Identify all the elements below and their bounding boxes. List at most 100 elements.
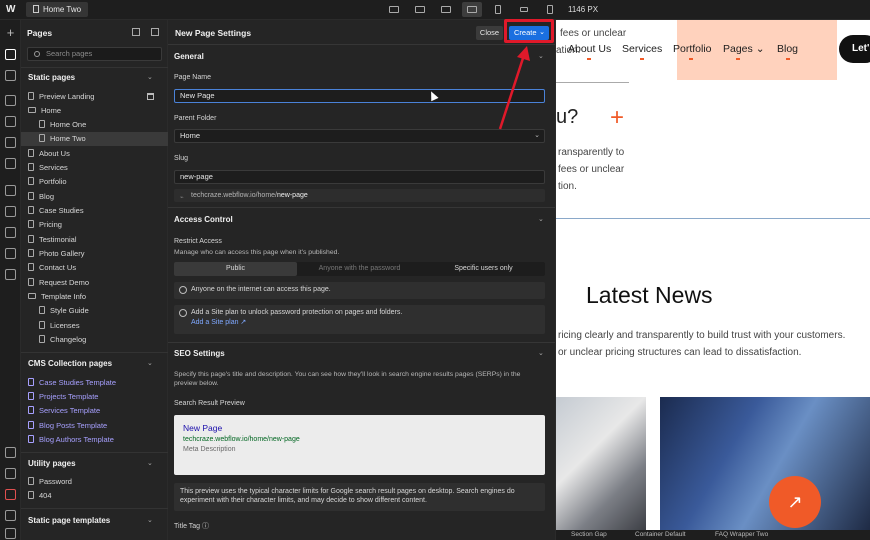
page-item-request-demo[interactable]: Request Demo — [21, 276, 168, 290]
news-image-vr[interactable] — [660, 397, 870, 530]
webflow-logo-icon[interactable]: W — [6, 4, 18, 16]
news-image-office[interactable] — [556, 397, 646, 530]
parent-folder-select[interactable]: Home ⌄ — [174, 129, 545, 143]
chevron-down-icon[interactable]: ⌄ — [538, 215, 544, 223]
cms-page-item[interactable]: Blog Authors Template — [21, 433, 168, 447]
page-item-blog[interactable]: Blog — [21, 190, 168, 204]
cms-page-item[interactable]: Case Studies Template — [21, 376, 168, 390]
page-item-pricing[interactable]: Pricing — [21, 218, 168, 232]
chevron-down-icon[interactable]: ⌄ — [538, 52, 544, 60]
page-item-label: Home Two — [50, 134, 86, 143]
slug-value: new-page — [180, 172, 213, 181]
record-icon[interactable] — [5, 489, 16, 500]
page-item-contact-us[interactable]: Contact Us — [21, 261, 168, 275]
add-site-plan-link[interactable]: Add a Site plan ↗ — [191, 318, 539, 328]
news-text-line: or unclear pricing structures can lead t… — [558, 347, 802, 358]
cms-page-item[interactable]: Blog Posts Template — [21, 419, 168, 433]
cms-pages-header[interactable]: CMS Collection pages — [28, 359, 112, 368]
cta-button[interactable]: Let' — [839, 35, 870, 63]
components-icon[interactable] — [5, 95, 16, 106]
general-section-header[interactable]: General — [174, 52, 204, 61]
chevron-down-icon[interactable]: ⌄ — [147, 73, 153, 81]
chevron-down-icon[interactable]: ⌄ — [147, 516, 153, 524]
new-page-icon[interactable] — [151, 28, 159, 36]
apps-grid-icon[interactable] — [5, 269, 16, 280]
access-option-specific-users[interactable]: Specific users only — [422, 262, 545, 276]
help-circle-icon[interactable]: ⓘ — [202, 523, 209, 530]
breakpoint-desktop-large-button[interactable] — [384, 2, 404, 17]
status-item[interactable]: FAQ Wrapper Two — [715, 530, 768, 540]
status-item[interactable]: Section Gap — [571, 530, 607, 540]
settings-gear-icon[interactable] — [5, 447, 16, 458]
nav-link-blog[interactable]: Blog — [777, 43, 798, 55]
seo-settings-header[interactable]: SEO Settings — [174, 349, 225, 358]
current-page-selector[interactable]: Home Two — [26, 2, 89, 17]
arrow-up-right-icon[interactable]: ↗ — [769, 476, 821, 528]
cms-page-item[interactable]: Services Template — [21, 404, 168, 418]
styles-icon[interactable] — [5, 116, 16, 127]
static-pages-header[interactable]: Static pages — [28, 73, 75, 82]
access-option-public[interactable]: Public — [174, 262, 297, 276]
page-item-services[interactable]: Services — [21, 161, 168, 175]
users-icon[interactable] — [5, 227, 16, 238]
search-icon[interactable] — [5, 510, 16, 521]
page-name-input[interactable]: New Page — [174, 89, 545, 103]
add-elements-icon[interactable]: + — [5, 26, 16, 39]
access-control-header[interactable]: Access Control — [174, 215, 233, 224]
page-item-photo-gallery[interactable]: Photo Gallery — [21, 247, 168, 261]
breakpoint-tablet-button[interactable] — [488, 2, 508, 17]
navigator-icon[interactable] — [5, 70, 16, 81]
divider — [21, 352, 168, 353]
cms-icon[interactable] — [5, 185, 16, 196]
breakpoint-desktop-medium-button[interactable] — [410, 2, 430, 17]
folder-item-label: Home — [41, 106, 62, 115]
canvas-preview[interactable]: fees or unclear ation. About Us Services… — [556, 20, 870, 530]
ecommerce-icon[interactable] — [5, 248, 16, 259]
cms-page-item[interactable]: Projects Template — [21, 390, 168, 404]
variables-icon[interactable] — [5, 137, 16, 148]
status-item[interactable]: Container Default — [635, 530, 686, 540]
help-icon[interactable] — [5, 468, 16, 479]
page-item-testimonial[interactable]: Testimonial — [21, 233, 168, 247]
slug-input[interactable]: new-page — [174, 170, 545, 184]
breakpoint-mobile-portrait-button[interactable] — [540, 2, 560, 17]
utility-page-item[interactable]: Password — [21, 475, 168, 489]
utility-pages-header[interactable]: Utility pages — [28, 459, 76, 468]
search-pages-input[interactable]: Search pages — [27, 47, 162, 61]
chevron-down-icon[interactable]: ⌄ — [147, 359, 153, 367]
page-item-portfolio[interactable]: Portfolio — [21, 175, 168, 189]
nav-link-pages[interactable]: Pages ⌄ — [723, 43, 765, 55]
page-item-case-studies[interactable]: Case Studies — [21, 204, 168, 218]
folder-item-template-info[interactable]: Template Info — [21, 290, 168, 304]
breakpoint-mobile-landscape-button[interactable] — [514, 2, 534, 17]
breakpoint-desktop-button[interactable] — [436, 2, 456, 17]
nav-link-portfolio[interactable]: Portfolio — [673, 43, 712, 55]
access-option-password[interactable]: Anyone with the password — [297, 262, 422, 276]
cms-page-label: Case Studies Template — [39, 378, 116, 387]
page-item-licenses[interactable]: Licenses — [21, 319, 168, 333]
page-item-home-two[interactable]: Home Two — [21, 132, 168, 146]
plus-icon[interactable]: + — [610, 104, 624, 132]
apps-icon[interactable] — [5, 206, 16, 217]
new-folder-icon[interactable] — [132, 28, 140, 36]
folder-item-home[interactable]: Home — [21, 104, 168, 118]
page-icon — [28, 278, 34, 286]
close-button[interactable]: Close — [476, 26, 503, 40]
nav-link-about[interactable]: About Us — [568, 43, 611, 55]
audit-icon[interactable] — [5, 528, 16, 539]
page-icon — [39, 120, 45, 128]
page-item-preview-landing[interactable]: Preview Landing — [21, 90, 168, 104]
page-icon — [28, 177, 34, 185]
page-item-about-us[interactable]: About Us — [21, 147, 168, 161]
chevron-down-icon[interactable]: ⌄ — [147, 459, 153, 467]
nav-link-services[interactable]: Services — [622, 43, 662, 55]
page-item-home-one[interactable]: Home One — [21, 118, 168, 132]
utility-page-item[interactable]: 404 — [21, 489, 168, 503]
breakpoint-base-button[interactable] — [462, 2, 482, 17]
page-templates-header[interactable]: Static page templates — [28, 516, 110, 525]
chevron-down-icon[interactable]: ⌄ — [538, 349, 544, 357]
pages-icon[interactable] — [5, 49, 16, 60]
page-item-style-guide[interactable]: Style Guide — [21, 304, 168, 318]
assets-icon[interactable] — [5, 158, 16, 169]
page-item-changelog[interactable]: Changelog — [21, 333, 168, 347]
